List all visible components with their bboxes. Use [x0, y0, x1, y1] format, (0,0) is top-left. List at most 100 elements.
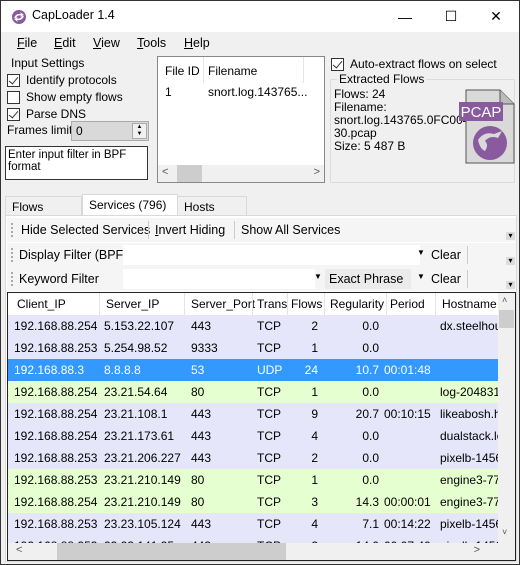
- scroll-left-icon[interactable]: <: [162, 166, 168, 178]
- files-list[interactable]: File ID Filename 1 snort.log.143765... <…: [157, 56, 325, 183]
- scrollbar-thumb[interactable]: [57, 543, 286, 560]
- cell-regularity: 10.7: [355, 363, 379, 377]
- checkbox-checked-icon: [7, 107, 20, 121]
- table-row[interactable]: 192.168.88.253 23.21.210.149 80 TCP 1 0.0 engi…: [8, 469, 500, 491]
- scrollbar-thumb[interactable]: [499, 310, 514, 328]
- grid-horizontal-scrollbar[interactable]: < >: [8, 543, 500, 560]
- cell-server: 23.21.173.61: [104, 429, 175, 443]
- file-row[interactable]: 1 snort.log.143765...: [158, 85, 324, 101]
- scroll-up-icon[interactable]: ˄: [502, 295, 507, 305]
- services-grid[interactable]: Client_IP Server_IP Server_Port Trans Fl…: [7, 292, 516, 561]
- identify-protocols-checkbox[interactable]: Identify protocols: [7, 72, 117, 88]
- cell-trans: TCP: [257, 451, 281, 465]
- files-horizontal-scrollbar[interactable]: < >: [158, 165, 324, 182]
- overflow-chevron-icon[interactable]: ▾: [506, 257, 515, 265]
- tab-services[interactable]: Services (796): [82, 194, 178, 217]
- cell-server: 8.8.8.8: [104, 363, 141, 377]
- dropdown-arrow-icon[interactable]: ▼: [314, 272, 322, 281]
- column-header-flows[interactable]: Flows: [291, 297, 322, 311]
- menu-tools[interactable]: Tools: [137, 36, 166, 50]
- column-header-file-id[interactable]: File ID: [165, 64, 200, 78]
- column-header-trans[interactable]: Trans: [257, 297, 287, 311]
- menu-view[interactable]: View: [93, 36, 120, 50]
- dropdown-arrow-icon[interactable]: ▼: [417, 272, 425, 281]
- keyword-filter-input[interactable]: [123, 269, 315, 289]
- column-header-regularity[interactable]: Regularity: [330, 297, 384, 311]
- tab-flows[interactable]: Flows (5825): [5, 196, 82, 228]
- cell-server: 23.21.206.227: [104, 451, 181, 465]
- grid-vertical-scrollbar[interactable]: ˄ ˅: [498, 293, 515, 543]
- scrollbar-thumb[interactable]: [177, 165, 202, 182]
- checkbox-checked-icon: [7, 73, 20, 87]
- caploader-logo-icon: [12, 10, 26, 24]
- maximize-button[interactable]: ☐: [428, 1, 474, 32]
- grip-handle[interactable]: [11, 248, 13, 262]
- app-window: CapLoader 1.4 — ☐ ✕ File Edit View Tools…: [0, 0, 520, 565]
- table-row[interactable]: 192.168.88.253 5.254.98.52 9333 TCP 1 0.0: [8, 337, 500, 359]
- pcap-icon-label: PCAP: [461, 104, 502, 121]
- grip-handle[interactable]: [11, 223, 13, 237]
- menu-edit[interactable]: Edit: [54, 36, 76, 50]
- table-row[interactable]: 192.168.88.254 23.21.210.149 80 TCP 3 14.3 00:…: [8, 491, 500, 513]
- frames-limit-spinner[interactable]: 0 ▲ ▼: [71, 121, 149, 141]
- grip-handle[interactable]: [11, 272, 13, 286]
- maximize-icon: ☐: [444, 8, 458, 24]
- invert-hiding-button[interactable]: Invert Hiding: [155, 223, 225, 237]
- cell-trans: UDP: [257, 363, 283, 377]
- file-id: 1: [165, 85, 172, 99]
- services-tab-panel: Hide Selected Services Invert Hiding Sho…: [5, 215, 517, 562]
- column-header-client-ip[interactable]: Client_IP: [17, 297, 66, 311]
- table-row[interactable]: 192.168.88.253 23.21.206.227 443 TCP 2 0.0 pix…: [8, 447, 500, 469]
- table-row[interactable]: 192.168.88.254 5.153.22.107 443 TCP 2 0.0 dx.s…: [8, 315, 500, 337]
- table-row[interactable]: 192.168.88.3 8.8.8.8 53 UDP 24 10.7 00:01:48: [8, 359, 500, 381]
- scroll-right-icon[interactable]: >: [474, 544, 480, 556]
- show-empty-flows-checkbox[interactable]: Show empty flows: [7, 89, 123, 105]
- column-header-filename[interactable]: Filename: [208, 64, 257, 78]
- clear-display-filter-button[interactable]: Clear: [431, 248, 461, 262]
- table-row[interactable]: 192.168.88.254 23.21.108.1 443 TCP 9 20.7 00:1…: [8, 403, 500, 425]
- parse-dns-checkbox[interactable]: Parse DNS: [7, 106, 86, 122]
- cell-client: 192.168.88.253: [14, 451, 98, 465]
- table-row[interactable]: 192.168.88.253 23.23.105.124 443 TCP 4 7.1 00:…: [8, 513, 500, 535]
- close-button[interactable]: ✕: [473, 1, 519, 32]
- hide-selected-services-button[interactable]: Hide Selected Services: [21, 223, 150, 237]
- match-mode-select[interactable]: Exact Phrase: [325, 269, 411, 289]
- input-settings-legend: Input Settings: [9, 56, 87, 70]
- minimize-button[interactable]: —: [382, 1, 428, 32]
- column-header-server-ip[interactable]: Server_IP: [106, 297, 159, 311]
- cell-server: 23.23.105.124: [104, 517, 181, 531]
- spinner-arrows-icon[interactable]: ▲ ▼: [132, 123, 147, 139]
- grid-header: Client_IP Server_IP Server_Port Trans Fl…: [8, 293, 500, 315]
- pcap-file-icon[interactable]: PCAP: [458, 85, 518, 165]
- cell-hostname: likeabosh.hip: [440, 407, 500, 421]
- column-header-period[interactable]: Period: [390, 297, 425, 311]
- scroll-left-icon[interactable]: <: [16, 544, 22, 556]
- overflow-chevron-icon[interactable]: ▾: [506, 281, 515, 289]
- cell-server: 23.21.54.64: [104, 385, 168, 399]
- column-header-server-port[interactable]: Server_Port: [191, 297, 255, 311]
- table-row[interactable]: 192.168.88.254 23.21.173.61 443 TCP 4 0.0 dual…: [8, 425, 500, 447]
- scroll-down-icon[interactable]: ˅: [502, 527, 507, 537]
- cell-trans: TCP: [257, 473, 281, 487]
- clear-keyword-filter-button[interactable]: Clear: [431, 272, 461, 286]
- frames-limit-label: Frames limit: [7, 123, 73, 137]
- table-row[interactable]: 192.168.88.254 23.21.54.64 80 TCP 1 0.0 log-20…: [8, 381, 500, 403]
- cell-trans: TCP: [257, 385, 281, 399]
- column-header-hostname[interactable]: Hostname: [442, 297, 497, 311]
- auto-extract-checkbox[interactable]: Auto-extract flows on select: [331, 56, 497, 72]
- display-filter-input[interactable]: [123, 245, 420, 265]
- cell-trans: TCP: [257, 407, 281, 421]
- dropdown-arrow-icon[interactable]: ▼: [417, 248, 425, 257]
- tab-hosts[interactable]: Hosts (617): [177, 196, 247, 228]
- cell-port: 443: [191, 451, 212, 465]
- extracted-flows-legend: Extracted Flows: [337, 72, 427, 86]
- cell-flows: 1: [311, 341, 318, 355]
- scroll-right-icon[interactable]: >: [314, 166, 320, 178]
- menu-help[interactable]: Help: [184, 36, 210, 50]
- bpf-input-filter[interactable]: Enter input filter in BPF format: [5, 146, 148, 180]
- menu-file[interactable]: File: [17, 36, 37, 50]
- services-toolstrip: Hide Selected Services Invert Hiding Sho…: [7, 218, 516, 242]
- cell-period: 00:10:15: [384, 407, 431, 421]
- show-all-services-button[interactable]: Show All Services: [241, 223, 340, 237]
- overflow-chevron-icon[interactable]: ▾: [506, 232, 515, 240]
